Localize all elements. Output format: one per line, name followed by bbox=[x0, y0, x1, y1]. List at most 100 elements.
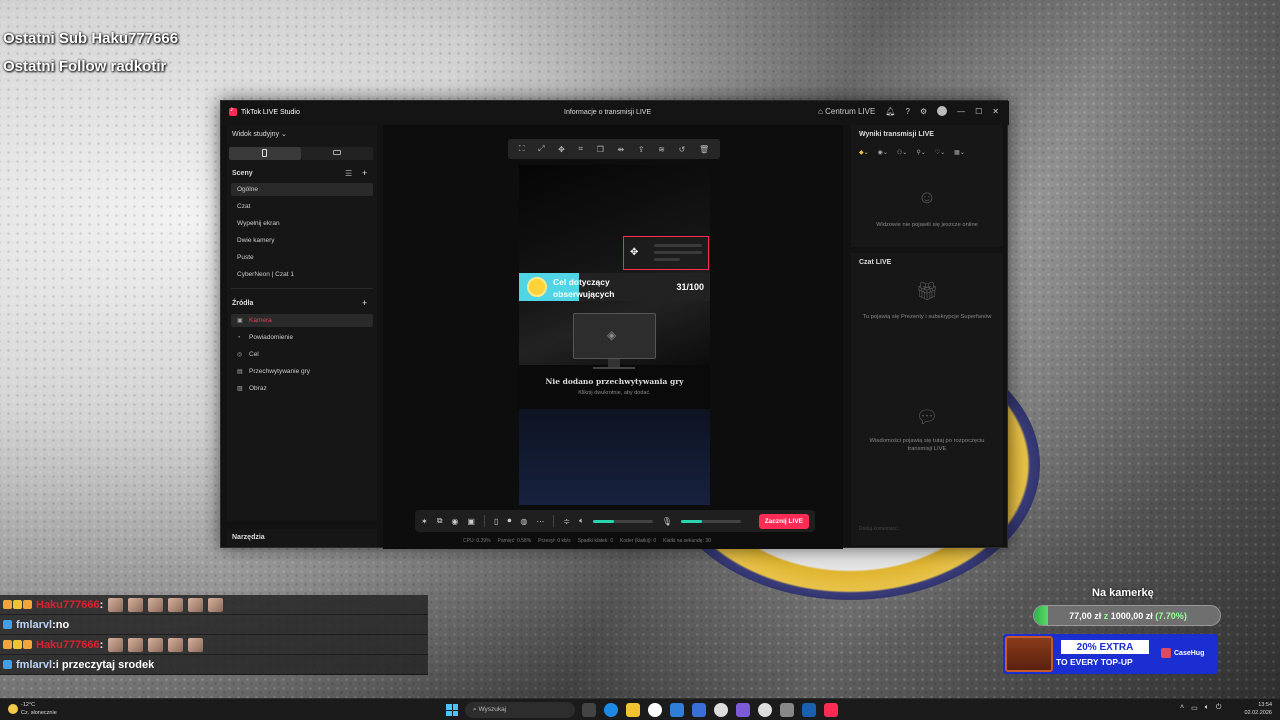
settings-icon[interactable]: ⚙ bbox=[920, 107, 927, 116]
bell-icon[interactable]: 🔔︎ bbox=[885, 107, 895, 116]
tools-section[interactable]: Narzędzia bbox=[227, 529, 377, 547]
layer-icon[interactable]: ≋ bbox=[658, 145, 665, 154]
canvas-preview[interactable]: ✥ Cel dotyczący obserwujących 31/100 ◈ N… bbox=[519, 165, 710, 505]
stream-info-link[interactable]: Informacje o transmisji LIVE bbox=[564, 109, 651, 116]
view-dropdown[interactable]: Widok studyjny ⌄ bbox=[232, 130, 287, 138]
chrome-icon[interactable] bbox=[758, 703, 772, 717]
placeholder-bar bbox=[654, 244, 702, 247]
scene-item[interactable]: Dwie kamery bbox=[231, 234, 373, 247]
crop-icon[interactable]: ⌗ bbox=[579, 144, 584, 154]
avatar[interactable] bbox=[937, 106, 948, 116]
weather-widget[interactable]: -12°C Cz. słonecznie bbox=[8, 701, 57, 717]
mic-volume-slider[interactable] bbox=[681, 519, 742, 523]
maximize-button[interactable]: ☐ bbox=[975, 107, 982, 116]
users-filter-icon[interactable]: ⚇⌄ bbox=[897, 149, 907, 156]
help-icon[interactable]: ? bbox=[906, 107, 910, 116]
record-icon[interactable]: ⏺ bbox=[507, 516, 511, 526]
explorer-icon[interactable] bbox=[626, 703, 640, 717]
source-item-goal[interactable]: ◎ Cel bbox=[231, 348, 373, 361]
magic-icon[interactable]: ✶ bbox=[421, 517, 428, 526]
fit-icon[interactable]: ⛶ bbox=[519, 144, 525, 154]
follow-filter-icon[interactable]: ⚲⌄ bbox=[916, 149, 925, 156]
selected-source[interactable]: ✥ bbox=[623, 236, 709, 270]
stats-bar: CPU: 0.39% Pamięć: 0.58% Przesył: 0 kb/s… bbox=[463, 538, 711, 544]
add-scene-button[interactable]: + bbox=[362, 168, 367, 178]
rotate-icon[interactable]: ↺ bbox=[679, 145, 686, 154]
source-item-image[interactable]: ▨ Obraz bbox=[231, 382, 373, 395]
source-toolbar: ⛶ ⤢ ✥ ⌗ ❐ ⇹ ⇪ ≋ ↺ 🗑︎ bbox=[508, 139, 720, 159]
close-button[interactable]: ✕ bbox=[992, 107, 999, 116]
phone-icon[interactable]: ▯ bbox=[494, 517, 498, 526]
scene-item[interactable]: Ogólne bbox=[231, 183, 373, 196]
gift-filter-icon[interactable]: ▦⌄ bbox=[954, 149, 965, 156]
start-live-button[interactable]: Zacznij LIVE bbox=[758, 513, 809, 529]
trash-icon[interactable]: 🗑︎ bbox=[699, 145, 709, 154]
copy-icon[interactable]: ❐ bbox=[597, 145, 604, 154]
source-item-camera[interactable]: ▣ Kamera bbox=[231, 314, 373, 327]
emote-icon bbox=[108, 597, 124, 612]
add-source-button[interactable]: + bbox=[362, 298, 367, 308]
sub-badge-icon bbox=[13, 600, 22, 609]
mixer-icon[interactable]: ≑ bbox=[563, 517, 570, 526]
edge-icon[interactable] bbox=[604, 703, 618, 717]
center-icon[interactable]: ✥ bbox=[558, 145, 565, 154]
network-icon[interactable]: ▭ bbox=[1191, 704, 1198, 712]
discord-icon[interactable] bbox=[736, 703, 750, 717]
scene-item[interactable]: CyberNeon | Czat 1 bbox=[231, 268, 373, 281]
clock[interactable]: 13:54 02.02.2026 bbox=[1240, 701, 1272, 717]
source-item-game-capture[interactable]: ▤ Przechwytywanie gry bbox=[231, 365, 373, 378]
landscape-toggle[interactable] bbox=[301, 147, 373, 160]
effects-icon[interactable]: ⧉ bbox=[437, 516, 443, 526]
messages-empty-text: Wiadomości pojawią się tutaj po rozpoczę… bbox=[869, 438, 985, 452]
mic-icon[interactable]: 🎙︎ bbox=[662, 517, 672, 526]
gifts-empty-text: Tu pojawią się Prezenty i subskrypcje Su… bbox=[862, 314, 992, 320]
heart-filter-icon[interactable]: ♡⌄ bbox=[935, 149, 945, 156]
scene-item[interactable]: Czat bbox=[231, 200, 373, 213]
gamepad-icon: ◈ bbox=[607, 328, 617, 342]
mail-icon[interactable] bbox=[670, 703, 684, 717]
tiktok-icon[interactable] bbox=[824, 703, 838, 717]
diamond-filter-icon[interactable]: ◆⌄ bbox=[859, 149, 869, 156]
flip-icon[interactable]: ⇹ bbox=[618, 145, 625, 154]
goal-text: Cel dotyczący obserwujących bbox=[553, 277, 615, 299]
volume-icon[interactable]: 🔈︎ bbox=[1205, 704, 1209, 712]
scene-item[interactable]: Puste bbox=[231, 251, 373, 264]
chat-bubble-icon: 💬︎ bbox=[915, 407, 939, 427]
chat-username[interactable]: Haku777666 bbox=[36, 599, 100, 611]
settings-icon[interactable] bbox=[780, 703, 794, 717]
chat-username[interactable]: Haku777666 bbox=[36, 639, 100, 651]
portrait-toggle[interactable] bbox=[229, 147, 301, 160]
follower-goal-widget[interactable]: Cel dotyczący obserwujących 31/100 bbox=[519, 273, 710, 301]
store-icon[interactable] bbox=[692, 703, 706, 717]
more-icon[interactable]: ⋯ bbox=[536, 517, 544, 526]
coin-filter-icon[interactable]: ◉⌄ bbox=[878, 149, 888, 156]
speaker-icon[interactable]: 🔈︎ bbox=[579, 516, 584, 526]
chat-username[interactable]: fmlarvl bbox=[16, 619, 52, 631]
taskbar-search[interactable]: ⌕ Wyszukaj bbox=[465, 702, 575, 718]
steam-icon[interactable] bbox=[802, 703, 816, 717]
move-icon[interactable]: ✥ bbox=[630, 247, 638, 258]
media-icon[interactable]: ▣ bbox=[467, 517, 475, 526]
speaker-volume-slider[interactable] bbox=[592, 519, 653, 523]
opera-icon[interactable] bbox=[648, 703, 662, 717]
minimize-button[interactable]: — bbox=[957, 107, 965, 116]
chevron-up-icon[interactable]: ˄ bbox=[1180, 704, 1184, 712]
source-item-notification[interactable]: ◔ Powiadomienie bbox=[231, 331, 373, 344]
scene-item[interactable]: Wypełnij ekran bbox=[231, 217, 373, 230]
list-icon[interactable]: ☰ bbox=[345, 169, 352, 178]
expand-icon[interactable]: ⤢ bbox=[538, 144, 544, 154]
stickers-icon[interactable]: ◉ bbox=[451, 517, 458, 526]
chat-username[interactable]: fmlarvl bbox=[16, 659, 52, 671]
last-follow-label: Ostatni Follow radkotir bbox=[3, 58, 167, 75]
start-button[interactable] bbox=[446, 704, 458, 716]
obs-icon[interactable] bbox=[714, 703, 728, 717]
task-view-icon[interactable] bbox=[582, 703, 596, 717]
chat-input[interactable]: Dodaj komentarz... bbox=[857, 523, 997, 535]
speaker-volume-fill bbox=[592, 519, 614, 523]
live-center-button[interactable]: ⌂ Centrum LIVE bbox=[818, 107, 875, 116]
camera-switch-icon[interactable]: ◍ bbox=[520, 517, 527, 526]
power-icon[interactable]: ⏻ bbox=[1216, 704, 1222, 712]
layer-up-icon[interactable]: ⇪ bbox=[638, 145, 645, 154]
results-filters: ◆⌄ ◉⌄ ⚇⌄ ⚲⌄ ♡⌄ ▦⌄ bbox=[859, 149, 965, 156]
results-title: Wyniki transmisji LIVE bbox=[859, 131, 934, 138]
